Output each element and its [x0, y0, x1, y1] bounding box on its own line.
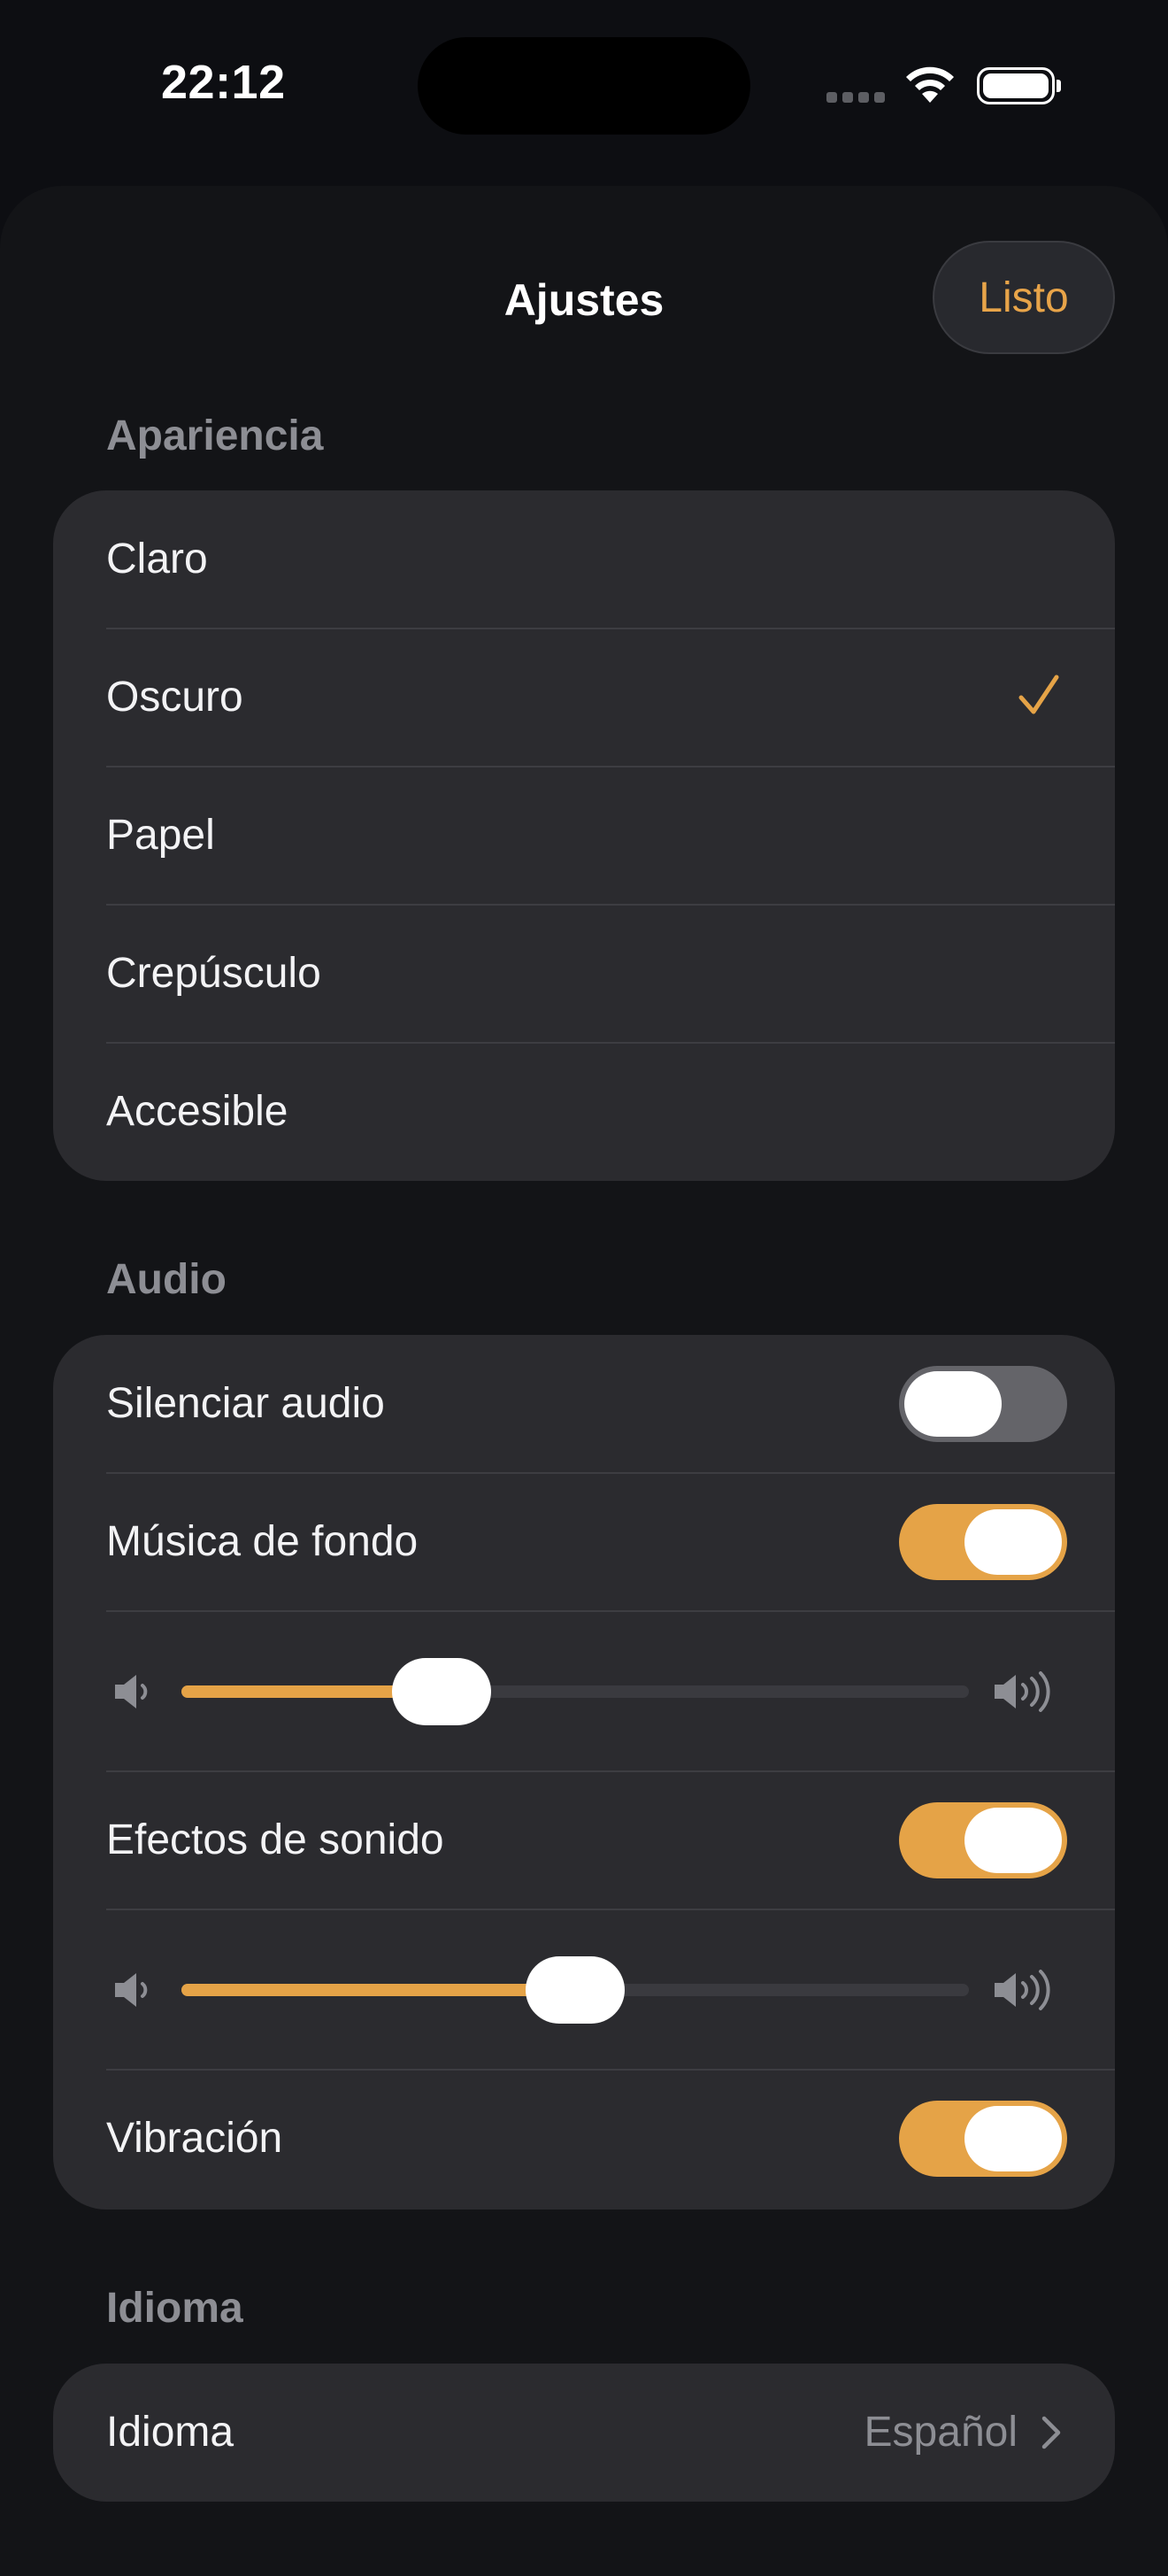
appearance-option-papel[interactable]: Papel — [53, 767, 1115, 905]
language-group: Idioma Español — [53, 2364, 1115, 2502]
mute-audio-row: Silenciar audio — [53, 1335, 1115, 1473]
option-label: Claro — [106, 536, 208, 582]
music-volume-slider[interactable] — [181, 1658, 969, 1725]
sound-effects-row: Efectos de sonido — [53, 1771, 1115, 1909]
toggle-knob — [964, 1808, 1062, 1873]
section-header-appearance: Apariencia — [106, 413, 324, 459]
slider-fill — [181, 1984, 575, 1996]
speaker-high-icon — [995, 1970, 1050, 2010]
slider-thumb[interactable] — [526, 1956, 625, 2024]
section-header-language: Idioma — [106, 2285, 243, 2332]
speaker-high-icon — [995, 1671, 1050, 1712]
background-music-row: Música de fondo — [53, 1473, 1115, 1611]
mute-audio-label: Silenciar audio — [106, 1380, 385, 1427]
cellular-signal-icon — [826, 92, 885, 103]
toggle-knob — [904, 1371, 1002, 1437]
option-label: Oscuro — [106, 674, 243, 721]
sound-effects-label: Efectos de sonido — [106, 1816, 444, 1863]
speaker-low-icon — [115, 1973, 148, 2007]
done-button[interactable]: Listo — [933, 241, 1115, 354]
settings-sheet: Ajustes Listo Apariencia Claro Oscuro Pa… — [0, 186, 1168, 2576]
sfx-volume-slider[interactable] — [181, 1956, 969, 2024]
vibration-toggle[interactable] — [899, 2101, 1067, 2177]
audio-group: Silenciar audio Música de fondo Efectos … — [53, 1335, 1115, 2210]
slider-thumb[interactable] — [391, 1658, 491, 1725]
appearance-option-accesible[interactable]: Accesible — [53, 1043, 1115, 1181]
background-music-toggle[interactable] — [899, 1504, 1067, 1580]
mute-audio-toggle[interactable] — [899, 1366, 1067, 1442]
option-label: Crepúsculo — [106, 950, 321, 997]
vibration-label: Vibración — [106, 2115, 283, 2162]
language-row[interactable]: Idioma Español — [53, 2364, 1115, 2502]
checkmark-icon — [1018, 675, 1059, 714]
language-label: Idioma — [106, 2409, 234, 2456]
speaker-low-icon — [115, 1675, 148, 1708]
toggle-knob — [964, 2106, 1062, 2171]
sound-effects-toggle[interactable] — [899, 1802, 1067, 1878]
language-value: Español — [864, 2409, 1018, 2456]
status-bar: 22:12 — [0, 0, 1168, 177]
option-label: Papel — [106, 812, 215, 859]
option-label: Accesible — [106, 1088, 288, 1135]
appearance-group: Claro Oscuro Papel Crepúsculo Accesible — [53, 490, 1115, 1181]
toggle-knob — [964, 1509, 1062, 1575]
sfx-volume-row — [53, 1909, 1115, 2069]
chevron-right-icon — [1041, 2416, 1061, 2449]
music-volume-row — [53, 1611, 1115, 1770]
background-music-label: Música de fondo — [106, 1518, 419, 1565]
section-header-audio: Audio — [106, 1256, 227, 1303]
appearance-option-crepusculo[interactable]: Crepúsculo — [53, 905, 1115, 1043]
wifi-icon — [906, 66, 954, 103]
status-time: 22:12 — [161, 56, 286, 109]
appearance-option-claro[interactable]: Claro — [53, 490, 1115, 629]
battery-icon — [977, 67, 1061, 104]
appearance-option-oscuro[interactable]: Oscuro — [53, 629, 1115, 767]
vibration-row: Vibración — [53, 2070, 1115, 2208]
dynamic-island — [418, 37, 750, 135]
